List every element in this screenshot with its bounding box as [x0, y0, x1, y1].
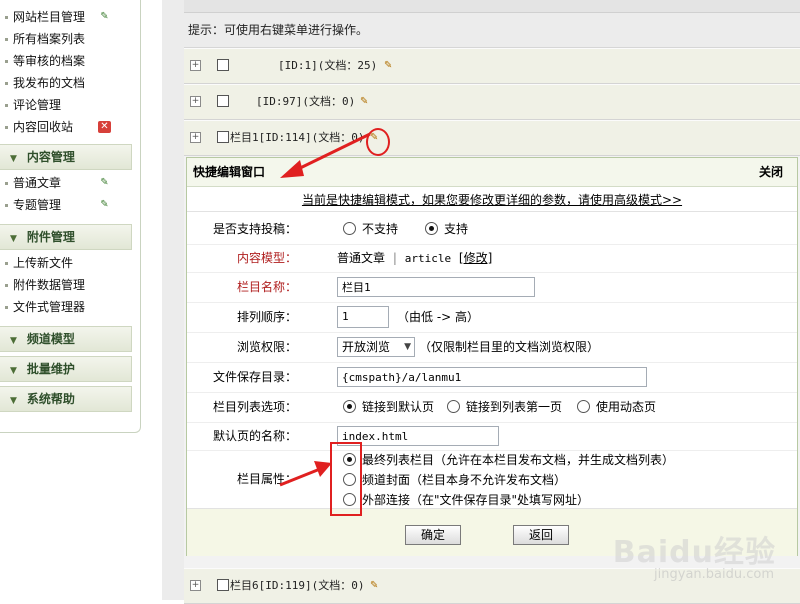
sort-order-note: （由低 -> 高）	[397, 310, 480, 324]
recycle-icon[interactable]: ✕	[98, 121, 111, 133]
menu-topic-mgmt[interactable]: 专题管理 ✎	[0, 194, 140, 216]
radio-support[interactable]	[425, 222, 438, 235]
back-button[interactable]: 返回	[513, 525, 569, 545]
section-system-help[interactable]: ▼ 系统帮助	[0, 386, 132, 412]
annotation-box	[330, 442, 362, 516]
row-list-option: 栏目列表选项： 链接到默认页 链接到列表第一页 使用动态页	[187, 392, 797, 423]
ok-button[interactable]: 确定	[405, 525, 461, 545]
list-option-label: 栏目列表选项：	[212, 400, 297, 414]
gutter	[162, 0, 184, 600]
section-batch-maint[interactable]: ▼ 批量维护	[0, 356, 132, 382]
edit-icon[interactable]: ✎	[98, 199, 111, 211]
menu-recycle-bin[interactable]: 内容回收站 ✕	[0, 116, 140, 138]
menu-site-columns[interactable]: 网站栏目管理 ✎	[0, 6, 140, 28]
list-option-first[interactable]: 链接到列表第一页	[447, 392, 562, 422]
edit-icon[interactable]: ✎	[370, 580, 382, 591]
list-option-default[interactable]: 链接到默认页	[343, 392, 434, 422]
content-model-label: 内容模型：	[236, 251, 297, 265]
save-dir-input[interactable]: {cmspath}/a/lanmu1	[337, 367, 647, 387]
content-model-value: 普通文章 | article [修改]	[337, 251, 493, 265]
edit-icon[interactable]: ✎	[384, 60, 396, 71]
allow-submit-label: 是否支持投稿：	[212, 222, 297, 236]
menu-my-docs[interactable]: 我发布的文档	[0, 72, 140, 94]
sidebar: 网站栏目管理 ✎ 所有档案列表 等审核的档案 我发布的文档 评论管理 内容回收站…	[0, 0, 141, 433]
row-column-name: 栏目名称： 栏目1	[187, 272, 797, 303]
attr-external-link[interactable]: 外部连接（在"文件保存目录"处填写网址）	[343, 490, 674, 510]
category-row[interactable]: + [ID:97](文档：0) ✎	[184, 84, 800, 120]
advanced-mode-link[interactable]: 当前是快捷编辑模式，如果您要修改更详细的参数，请使用高级模式>>	[187, 189, 797, 212]
chevron-down-icon: ▼	[10, 154, 17, 164]
column-attr-options: 最终列表栏目（允许在本栏目发布文档，并生成文档列表） 频道封面（栏目本身不允许发…	[343, 450, 674, 510]
expand-icon[interactable]: +	[190, 60, 201, 71]
section-channel-model[interactable]: ▼ 频道模型	[0, 326, 132, 352]
row-checkbox[interactable]	[217, 95, 229, 107]
row-checkbox[interactable]	[217, 579, 229, 591]
radio-not-support[interactable]	[343, 222, 356, 235]
row-content-model: 内容模型： 普通文章 | article [修改]	[187, 244, 797, 273]
section-attach-mgmt[interactable]: ▼ 附件管理	[0, 224, 132, 250]
top-strip	[184, 0, 800, 13]
watermark-url: jingyan.baidu.com	[654, 567, 774, 582]
attr-final-list[interactable]: 最终列表栏目（允许在本栏目发布文档，并生成文档列表）	[343, 450, 674, 470]
menu-file-manager[interactable]: 文件式管理器	[0, 296, 140, 318]
browse-permission-note: （仅限制栏目里的文档浏览权限）	[419, 340, 600, 354]
menu-upload-file[interactable]: 上传新文件	[0, 252, 140, 274]
watermark-brand: Baidu经验	[612, 535, 776, 570]
watermark: Baidu经验 jingyan.baidu.com	[590, 515, 780, 595]
annotation-arrow	[279, 461, 332, 487]
category-label: [ID:97](文档：0)	[256, 95, 356, 108]
column-name-input[interactable]: 栏目1	[337, 277, 535, 297]
category-label: 栏目6[ID:119](文档：0)	[230, 579, 365, 592]
expand-icon[interactable]: +	[190, 132, 201, 143]
radio-link-first-page[interactable]	[447, 400, 460, 413]
row-save-dir: 文件保存目录： {cmspath}/a/lanmu1	[187, 362, 797, 393]
row-allow-submit: 是否支持投稿： 不支持 支持	[187, 214, 797, 245]
edit-icon[interactable]: ✎	[98, 177, 111, 189]
row-browse-permission: 浏览权限： 开放浏览 ▼ （仅限制栏目里的文档浏览权限）	[187, 332, 797, 363]
radio-dynamic-page[interactable]	[577, 400, 590, 413]
category-label: [ID:1](文档：25)	[278, 59, 378, 72]
quick-edit-panel: 快捷编辑窗口 关闭 当前是快捷编辑模式，如果您要修改更详细的参数，请使用高级模式…	[186, 157, 798, 556]
row-checkbox[interactable]	[217, 59, 229, 71]
edit-icon[interactable]: ✎	[98, 11, 111, 23]
default-page-label: 默认页的名称：	[212, 429, 297, 443]
category-row[interactable]: + [ID:1](文档：25) ✎	[184, 48, 800, 84]
sort-order-label: 排列顺序：	[236, 310, 297, 324]
close-button[interactable]: 关闭	[759, 158, 783, 186]
panel-title: 快捷编辑窗口	[193, 165, 266, 179]
browse-permission-select[interactable]: 开放浏览 ▼	[337, 337, 415, 357]
allow-submit-no[interactable]: 不支持	[343, 214, 398, 244]
column-name-label: 栏目名称：	[236, 280, 297, 294]
annotation-arrow	[280, 132, 371, 178]
browse-permission-label: 浏览权限：	[236, 340, 297, 354]
expand-icon[interactable]: +	[190, 580, 201, 591]
sort-order-input[interactable]: 1	[337, 306, 389, 328]
list-option-dynamic[interactable]: 使用动态页	[577, 392, 656, 422]
menu-attach-data[interactable]: 附件数据管理	[0, 274, 140, 296]
attr-channel-cover[interactable]: 频道封面（栏目本身不允许发布文档）	[343, 470, 674, 490]
chevron-down-icon: ▼	[10, 396, 17, 406]
expand-icon[interactable]: +	[190, 96, 201, 107]
chevron-down-icon: ▼	[10, 336, 17, 346]
section-content-mgmt[interactable]: ▼ 内容管理	[0, 144, 132, 170]
allow-submit-yes[interactable]: 支持	[425, 214, 468, 244]
row-sort-order: 排列顺序： 1 （由低 -> 高）	[187, 302, 797, 333]
menu-pending-archives[interactable]: 等审核的档案	[0, 50, 140, 72]
row-checkbox[interactable]	[217, 131, 229, 143]
edit-model-link[interactable]: [修改]	[459, 251, 492, 265]
edit-icon[interactable]: ✎	[360, 96, 372, 107]
chevron-down-icon: ▼	[10, 234, 17, 244]
save-dir-label: 文件保存目录：	[212, 370, 297, 384]
chevron-down-icon: ▼	[10, 366, 17, 376]
menu-normal-article[interactable]: 普通文章 ✎	[0, 172, 140, 194]
row-default-page: 默认页的名称： index.html	[187, 422, 797, 451]
menu-all-archives[interactable]: 所有档案列表	[0, 28, 140, 50]
radio-link-default[interactable]	[343, 400, 356, 413]
menu-comments[interactable]: 评论管理	[0, 94, 140, 116]
chevron-down-icon: ▼	[404, 342, 411, 352]
hint-text: 提示：可使用右键菜单进行操作。	[184, 13, 800, 48]
